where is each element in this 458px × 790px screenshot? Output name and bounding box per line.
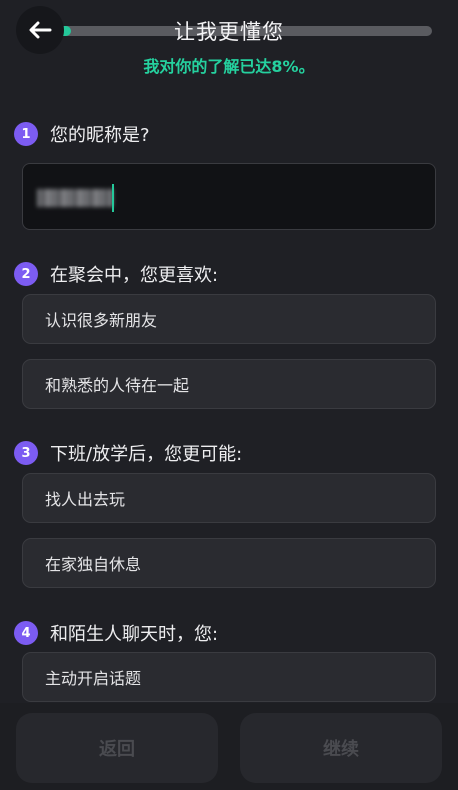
progress-text: 我对你的了解已达8%。 — [143, 57, 315, 76]
question-number-badge: 1 — [14, 122, 38, 146]
blurred-nickname — [37, 189, 113, 207]
question-number-badge: 2 — [14, 262, 38, 286]
question-2-text: 在聚会中，您更喜欢: — [50, 265, 219, 286]
page-title: 让我更懂您 — [174, 20, 284, 44]
option-q2-2[interactable]: 和熟悉的人待在一起 — [22, 359, 436, 409]
text-caret — [112, 184, 114, 212]
back-button[interactable]: 返回 — [16, 713, 218, 783]
option-q3-1[interactable]: 找人出去玩 — [22, 473, 436, 523]
question-3-header: 3 下班/放学后，您更可能: — [14, 440, 242, 466]
question-2-header: 2 在聚会中，您更喜欢: — [14, 261, 218, 287]
question-1-header: 1 您的昵称是? — [14, 121, 150, 147]
nickname-input[interactable] — [22, 163, 436, 230]
option-q3-2[interactable]: 在家独自休息 — [22, 538, 436, 588]
question-3-text: 下班/放学后，您更可能: — [50, 444, 243, 465]
header: 让我更懂您 我对你的了解已达8%。 — [0, 0, 458, 92]
question-4-text: 和陌生人聊天时，您: — [50, 624, 219, 645]
question-4-header: 4 和陌生人聊天时，您: — [14, 620, 218, 646]
question-number-badge: 3 — [14, 441, 38, 465]
question-number-badge: 4 — [14, 621, 38, 645]
question-1-text: 您的昵称是? — [50, 125, 150, 146]
option-q4-1[interactable]: 主动开启话题 — [22, 652, 436, 702]
option-q2-1[interactable]: 认识很多新朋友 — [22, 294, 436, 344]
continue-button[interactable]: 继续 — [240, 713, 442, 783]
